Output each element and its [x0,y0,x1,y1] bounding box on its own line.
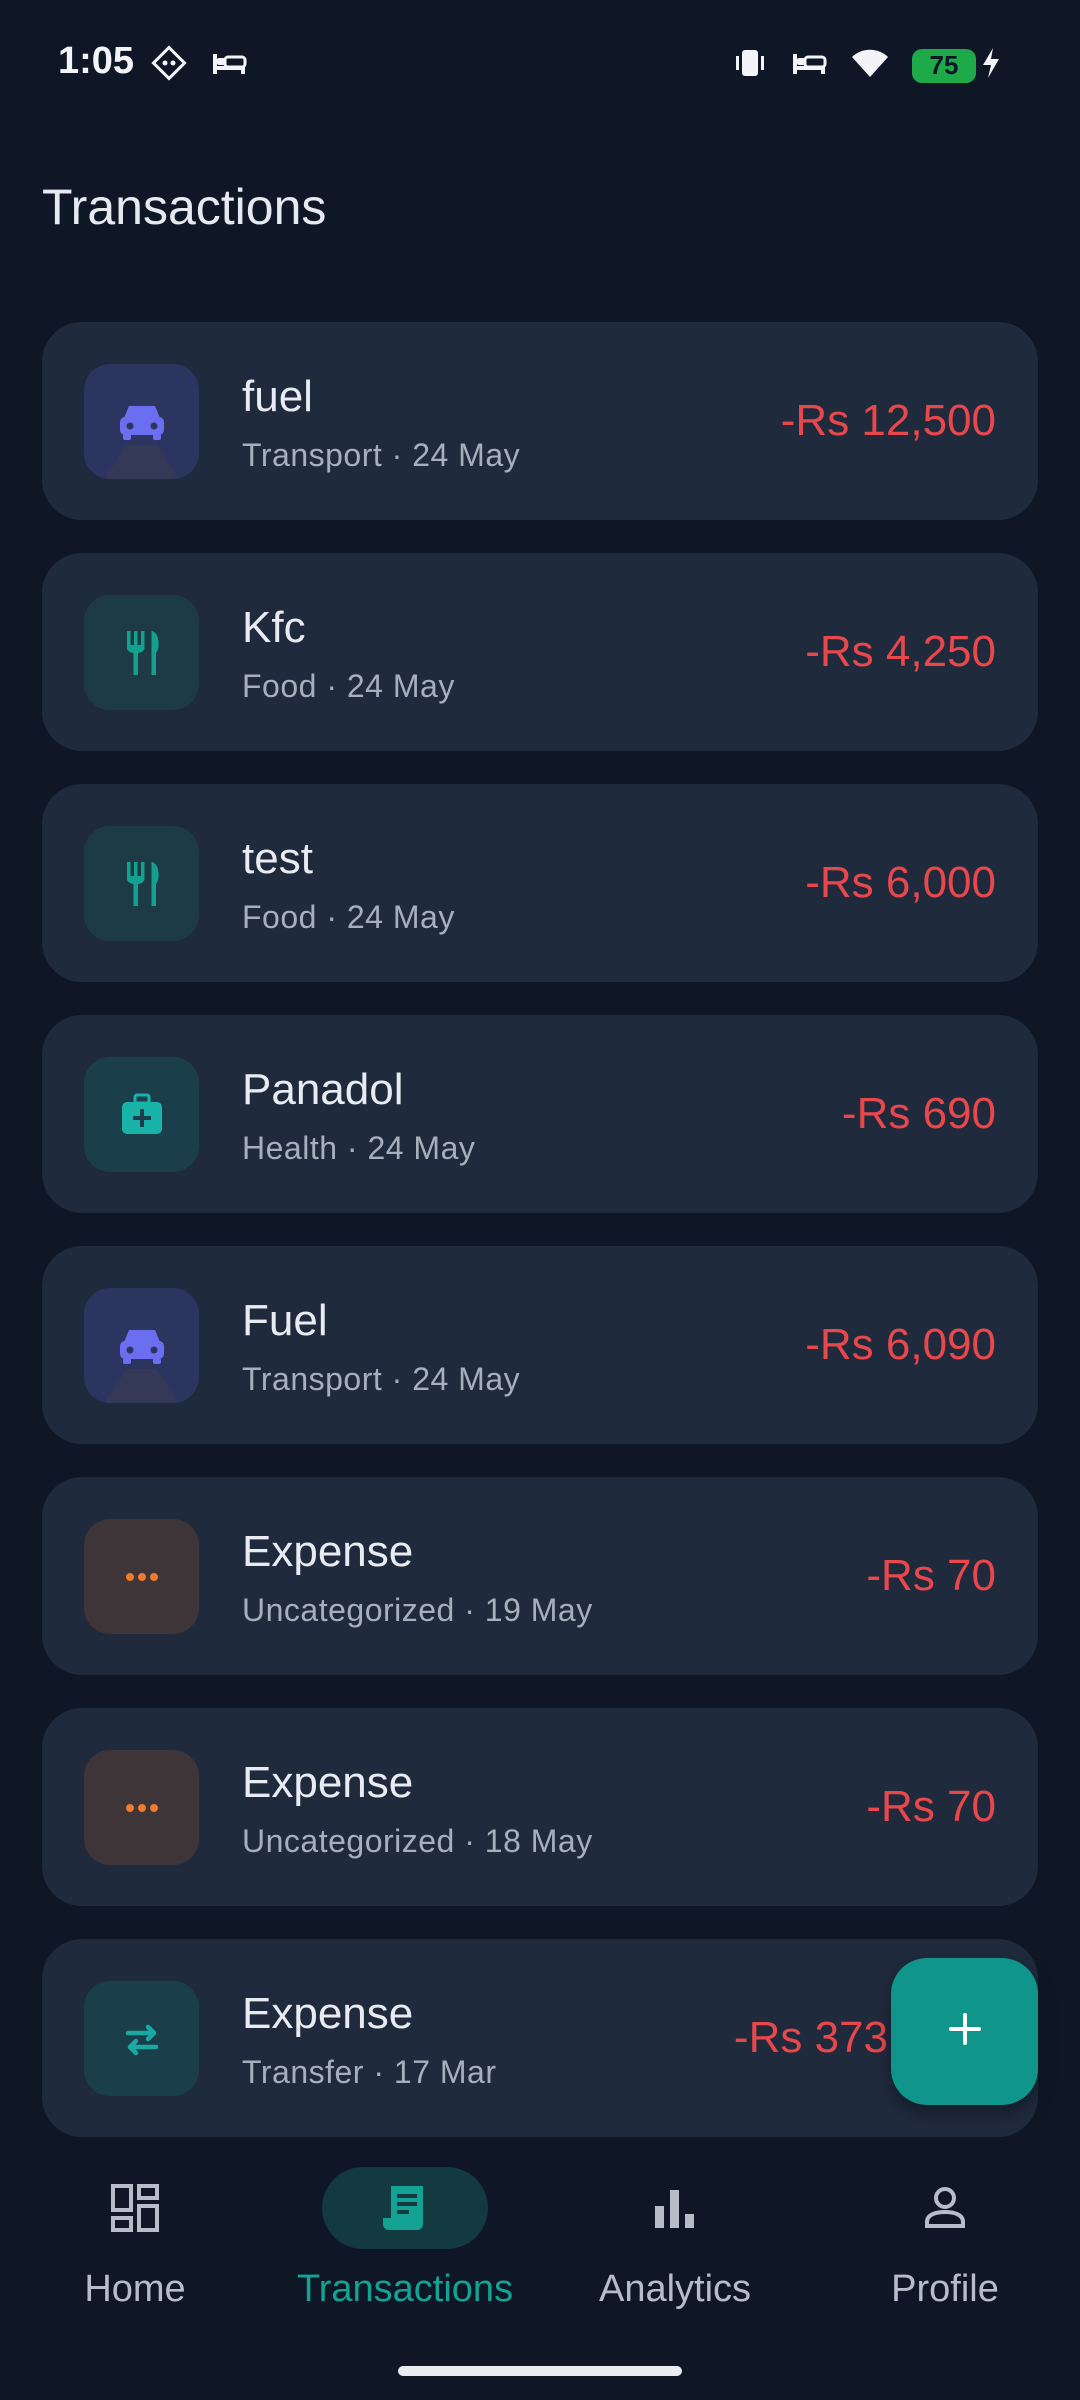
nav-home-label: Home [84,2268,186,2310]
vibrate-icon [732,45,768,86]
nav-home[interactable]: Home [0,2140,270,2340]
utensils-icon [84,826,199,941]
transaction-amount: -Rs 12,500 [780,396,996,445]
transaction-meta: Uncategorized · 19 May [242,1592,593,1628]
transaction-amount: -Rs 6,000 [805,858,996,907]
transfer-arrows-icon [84,1981,199,2096]
dashboard-icon [105,2178,165,2238]
transaction-title: Kfc [242,603,306,652]
status-time: 1:05 [58,40,135,82]
transaction-card[interactable]: Expense Uncategorized · 18 May -Rs 70 [42,1708,1038,1906]
nav-profile-label: Profile [891,2268,999,2310]
charging-icon [980,46,1002,85]
transaction-meta: Food · 24 May [242,899,455,935]
bed-icon [210,44,248,87]
transaction-card[interactable]: fuel Transport · 24 May -Rs 12,500 [42,322,1038,520]
transaction-title: Expense [242,1758,414,1807]
nav-transactions-label: Transactions [296,2268,514,2310]
transaction-card[interactable]: Kfc Food · 24 May -Rs 4,250 [42,553,1038,751]
status-right-icons: 75 [732,44,1002,87]
home-indicator[interactable] [398,2366,682,2376]
transaction-amount: -Rs 690 [841,1089,996,1138]
nav-analytics[interactable]: Analytics [540,2140,810,2340]
wifi-icon [850,45,890,86]
transaction-meta: Transfer · 17 Mar [242,2054,497,2090]
transaction-meta: Transport · 24 May [242,437,521,473]
utensils-icon [84,595,199,710]
transaction-amount: -Rs 373 [733,2013,888,2062]
more-dots-icon [84,1519,199,1634]
bar-chart-icon [645,2178,705,2238]
transaction-card[interactable]: Expense Transfer · 17 Mar -Rs 373 [42,1939,1038,2137]
transaction-card[interactable]: test Food · 24 May -Rs 6,000 [42,784,1038,982]
add-transaction-button[interactable] [891,1958,1038,2105]
transaction-meta: Health · 24 May [242,1130,476,1166]
transaction-card[interactable]: Expense Uncategorized · 19 May -Rs 70 [42,1477,1038,1675]
car-icon [84,1288,199,1403]
page-title: Transactions [42,179,327,235]
status-bar: 1:05 75 [0,0,1080,130]
transaction-list: fuel Transport · 24 May -Rs 12,500 Kfc Food… [42,322,1038,2170]
transaction-amount: -Rs 70 [866,1551,996,1600]
battery-level: 75 [929,50,959,80]
transaction-amount: -Rs 70 [866,1782,996,1831]
medical-kit-icon [84,1057,199,1172]
transaction-title: Expense [242,1527,414,1576]
transaction-title: Fuel [242,1296,328,1345]
transaction-meta: Uncategorized · 18 May [242,1823,593,1859]
transaction-meta: Transport · 24 May [242,1361,521,1397]
battery-icon: 75 [912,48,976,83]
transaction-amount: -Rs 6,090 [805,1320,996,1369]
car-icon [84,364,199,479]
transaction-title: fuel [242,372,313,421]
nav-profile[interactable]: Profile [810,2140,1080,2340]
transaction-title: Expense [242,1989,414,2038]
nav-analytics-label: Analytics [598,2268,752,2310]
transaction-card[interactable]: Fuel Transport · 24 May -Rs 6,090 [42,1246,1038,1444]
plus-icon [941,2005,989,2058]
receipt-icon [375,2178,435,2238]
status-left-icons [150,44,248,87]
transaction-title: test [242,834,313,883]
transaction-card[interactable]: Panadol Health · 24 May -Rs 690 [42,1015,1038,1213]
game-icon [150,44,188,87]
nav-transactions[interactable]: Transactions [270,2140,540,2340]
transaction-title: Panadol [242,1065,404,1114]
transaction-meta: Food · 24 May [242,668,455,704]
person-icon [915,2178,975,2238]
transaction-amount: -Rs 4,250 [805,627,996,676]
more-dots-icon [84,1750,199,1865]
bed-icon [790,44,828,87]
bottom-navigation: Home Transactions Analytics Profile [0,2140,1080,2400]
